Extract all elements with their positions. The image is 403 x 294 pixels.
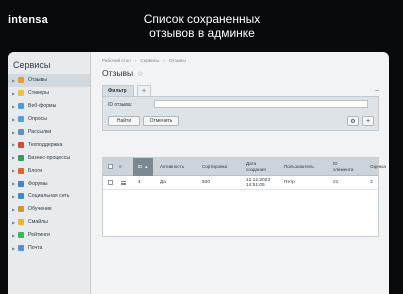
sidebar-item[interactable]: ▶ Социальная сеть (8, 190, 90, 203)
tab-filter[interactable]: Фильтр (102, 85, 134, 96)
column-header-date[interactable]: Дата создания (246, 158, 276, 176)
filter-panel: ID отзыва: Найти Отменить ⚙ + (102, 96, 379, 131)
cell-sort: 500 (202, 180, 211, 186)
sidebar-item-label: Обучение (28, 206, 52, 213)
star-icon[interactable]: ☆ (137, 71, 143, 78)
sidebar-item-label: Бизнес-процессы (28, 154, 71, 161)
mail-icon (18, 129, 24, 135)
sticker-icon (18, 90, 24, 97)
sidebar-item[interactable]: ▶ Веб-формы (8, 100, 90, 113)
cell-element-id: 21 (333, 180, 339, 186)
sidebar-list: ▶ Отзывы ▶ Стикеры ▶ Веб-формы ▶ Опросы ▶ Рассылк… (8, 74, 90, 254)
breadcrumb-reviews[interactable]: Отзывы (169, 58, 186, 63)
reviews-table: ≡ ID ▲ Активность Сортировка Дата создани… (102, 157, 386, 237)
column-header-user[interactable]: Пользователь (284, 158, 326, 176)
sort-arrow-icon: ▲ (144, 164, 149, 169)
smile-icon (18, 219, 24, 226)
admin-window: Сервисы ▶ Отзывы ▶ Стикеры ▶ Веб-формы ▶ Опросы… (8, 52, 389, 294)
column-header-active[interactable]: Активность (160, 158, 196, 176)
sidebar-item[interactable]: ▶ Опросы (8, 113, 90, 126)
sidebar-item-label: Рейтинги (28, 232, 50, 239)
blog-icon (18, 167, 24, 174)
sidebar-item-label: Стикеры (28, 90, 49, 97)
breadcrumb-services[interactable]: Сервисы (140, 58, 159, 63)
sidebar-item-label: Отзывы (28, 77, 48, 84)
sidebar-item[interactable]: ▶ Стикеры (8, 87, 90, 100)
intensa-logo: intensa (8, 14, 48, 26)
process-icon (18, 154, 24, 161)
cell-id: 4 (138, 180, 141, 186)
sidebar: Сервисы ▶ Отзывы ▶ Стикеры ▶ Веб-формы ▶ Опросы… (8, 52, 91, 294)
sidebar-title: Сервисы (13, 60, 51, 70)
column-header-element-id[interactable]: ID элемента (333, 158, 357, 176)
gear-icon[interactable]: ⚙ (347, 116, 359, 126)
mail-box-icon (18, 245, 24, 252)
table-row[interactable]: 4 Да 500 12.12.2023 14:51:05 Петр 21 3 (103, 176, 378, 190)
table-header: ≡ ID ▲ Активность Сортировка Дата создани… (103, 158, 386, 176)
sidebar-item-label: Почта (28, 245, 43, 252)
page-headline: Список сохраненных отзывов в админке (143, 12, 261, 40)
sidebar-item[interactable]: ▶ Форумы (8, 177, 90, 190)
sidebar-item[interactable]: ▶ Бизнес-процессы (8, 151, 90, 164)
sidebar-item-label: Социальная сеть (28, 193, 70, 200)
sidebar-item[interactable]: ▶ Блоги (8, 164, 90, 177)
cell-date: 12.12.2023 14:51:05 (246, 177, 271, 189)
sidebar-item[interactable]: ▶ Почта (8, 242, 90, 255)
sidebar-item[interactable]: ▶ Рейтинги (8, 229, 90, 242)
cell-active: Да (160, 180, 166, 186)
forum-icon (18, 180, 24, 187)
rating-icon (18, 232, 24, 239)
review-id-input[interactable] (154, 100, 368, 108)
sidebar-item-label: Веб-формы (28, 103, 57, 110)
breadcrumb-separator: › (163, 58, 165, 63)
row-menu-icon[interactable] (121, 181, 126, 185)
webform-icon (18, 103, 24, 110)
cell-rating: 3 (370, 180, 373, 186)
breadcrumb: Рабочий стол › Сервисы › Отзывы (102, 58, 190, 63)
page-title-text: Отзывы (102, 68, 134, 78)
sidebar-item[interactable]: ▶ Отзывы (8, 74, 90, 87)
cell-user: Петр (284, 180, 295, 186)
column-header-id[interactable]: ID ▲ (133, 158, 153, 176)
sidebar-item[interactable]: ▶ Смайлы (8, 216, 90, 229)
add-button[interactable]: + (362, 116, 374, 126)
breadcrumb-separator: › (134, 58, 137, 63)
add-filter-tab-button[interactable]: + (137, 85, 151, 96)
sidebar-item-label: Рассылки (28, 129, 52, 135)
breadcrumb-desktop[interactable]: Рабочий стол (102, 58, 131, 63)
sidebar-item-label: Смайлы (28, 219, 48, 226)
support-icon (18, 141, 24, 148)
main-content: Рабочий стол › Сервисы › Отзывы Отзывы ☆ Филь… (92, 52, 389, 294)
sidebar-item-label: Техподдержка (28, 141, 63, 148)
sidebar-item[interactable]: ▶ Обучение (8, 203, 90, 216)
poll-icon (18, 116, 24, 123)
row-checkbox[interactable] (108, 180, 113, 185)
find-button[interactable]: Найти (108, 116, 140, 126)
sidebar-item[interactable]: ▶ Техподдержка (8, 138, 90, 151)
column-header-rating[interactable]: Оценка (370, 158, 389, 176)
settings-icon[interactable]: ≡ (119, 158, 129, 176)
sidebar-item-label: Форумы (28, 180, 48, 187)
review-id-label: ID отзыва: (108, 102, 133, 108)
sidebar-item[interactable]: ▶ Рассылки (8, 126, 90, 139)
reviews-icon (18, 77, 24, 84)
sidebar-item-label: Опросы (28, 116, 47, 123)
collapse-filter-button[interactable]: – (375, 87, 379, 94)
social-icon (18, 193, 24, 200)
page-title: Отзывы ☆ (102, 68, 143, 78)
sidebar-item-label: Блоги (28, 167, 43, 174)
learning-icon (18, 206, 24, 213)
select-all-checkbox[interactable] (108, 164, 113, 169)
column-header-sort[interactable]: Сортировка (202, 158, 238, 176)
cancel-button[interactable]: Отменить (143, 116, 179, 126)
